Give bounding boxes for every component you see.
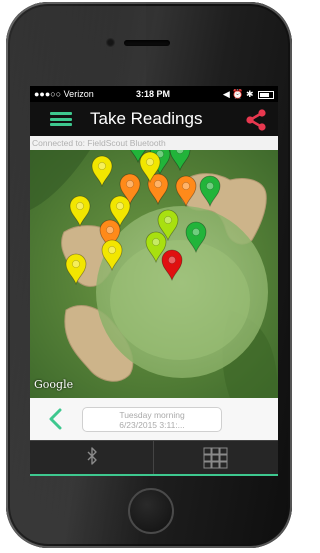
satellite-map[interactable]: Google	[30, 150, 278, 398]
home-button[interactable]	[128, 488, 174, 534]
map-marker-pin[interactable]	[199, 175, 221, 208]
map-marker-pin[interactable]	[65, 253, 87, 286]
status-right-icons: ◀ ⏰ ✱	[222, 89, 254, 99]
map-marker-pin[interactable]	[185, 221, 207, 254]
chevron-left-icon[interactable]	[46, 408, 66, 430]
status-icons: ◀ ⏰ ✱	[223, 86, 274, 102]
map-marker-pin[interactable]	[169, 150, 191, 172]
earpiece-speaker	[124, 40, 170, 46]
reading-date-button[interactable]: Tuesday morning 6/23/2015 3:11:...	[82, 407, 222, 432]
map-markers-layer	[65, 150, 221, 286]
grid-icon	[203, 447, 228, 469]
connection-status: Connected to: FieldScout Bluetooth	[30, 136, 278, 150]
hamburger-icon[interactable]	[50, 112, 72, 126]
tab-active-indicator	[30, 474, 278, 476]
reading-date-line2: 6/23/2015 3:11:...	[119, 420, 185, 430]
carrier-signal: ●●●○○ Verizon	[34, 89, 94, 99]
reading-navigator: Tuesday morning 6/23/2015 3:11:...	[30, 398, 278, 440]
front-camera	[106, 38, 115, 47]
map-marker-pin[interactable]	[91, 155, 113, 188]
map-marker-pin[interactable]	[175, 175, 197, 208]
google-attribution: Google	[34, 378, 74, 391]
navigation-bar: Take Readings	[30, 102, 278, 136]
reading-date-line1: Tuesday morning	[119, 410, 185, 420]
map-marker-pin[interactable]	[101, 239, 123, 272]
page-title: Take Readings	[90, 109, 203, 128]
map-marker-pin[interactable]	[161, 249, 183, 282]
bluetooth-icon	[87, 447, 97, 465]
share-icon[interactable]	[244, 108, 268, 132]
status-time: 3:18 PM	[136, 89, 171, 99]
tab-bar	[30, 440, 278, 476]
tab-bluetooth[interactable]	[30, 441, 154, 476]
battery-icon	[258, 90, 274, 99]
map-marker-pin[interactable]	[69, 195, 91, 228]
tab-grid[interactable]	[154, 441, 278, 476]
status-bar: ●●●○○ Verizon 3:18 PM ◀ ⏰ ✱	[30, 86, 278, 102]
app-screen: ●●●○○ Verizon 3:18 PM ◀ ⏰ ✱ Take Reading…	[30, 86, 278, 476]
